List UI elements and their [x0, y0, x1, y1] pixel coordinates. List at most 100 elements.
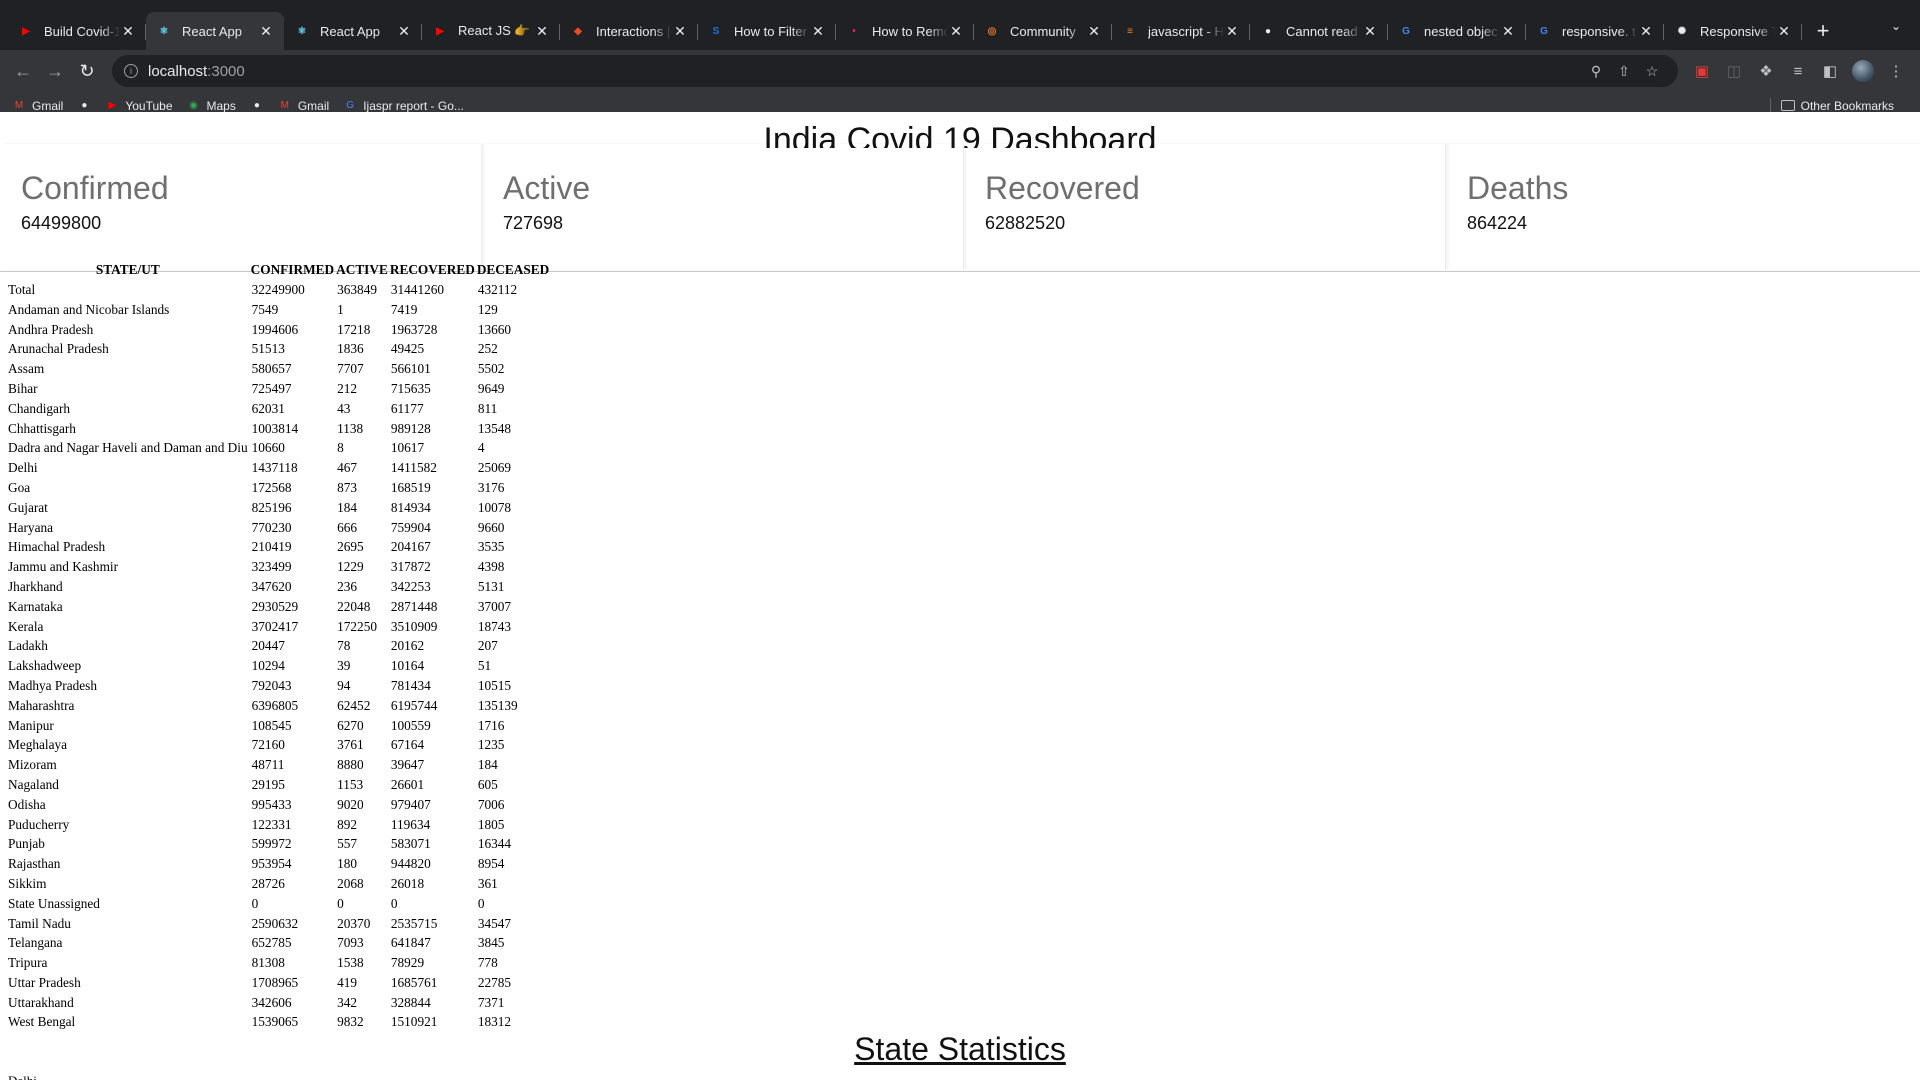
tab[interactable]: ≡ javascript - H ✕: [1112, 12, 1250, 50]
tab[interactable]: ✺ Responsive T ✕: [1664, 12, 1802, 50]
tab[interactable]: S How to Filter ✕: [698, 12, 836, 50]
bookmark-item[interactable]: ▶ YouTube: [105, 99, 172, 113]
table-cell: 16344: [477, 836, 512, 852]
extensions-puzzle-icon[interactable]: ❖: [1750, 56, 1782, 86]
table-cell: 781434: [390, 677, 431, 693]
side-panel-icon[interactable]: ◧: [1814, 56, 1846, 86]
table-cell: 10294: [251, 658, 285, 674]
profile-avatar[interactable]: [1852, 60, 1874, 82]
tab[interactable]: Gresponsive. t ✕: [1526, 12, 1664, 50]
tab[interactable]: ◎ Community ✕: [974, 12, 1112, 50]
close-tab-icon[interactable]: ✕: [1224, 23, 1240, 40]
table-cell: West Bengal: [8, 1014, 76, 1030]
bookmark-item[interactable]: ●: [250, 99, 264, 113]
table-cell: 13548: [477, 420, 512, 436]
state-statistics-peek: Delhi: [8, 1074, 37, 1080]
address-bar[interactable]: i localhost:3000 ⚲ ⇧ ☆: [112, 55, 1678, 87]
card-label: Deaths: [1467, 170, 1569, 206]
table-cell: 28726: [251, 875, 285, 891]
table-cell: 580657: [251, 361, 292, 377]
bookmark-star-icon[interactable]: ☆: [1638, 63, 1666, 80]
media-queue-icon[interactable]: ≡: [1782, 56, 1814, 86]
browser-toolbar: ← → ↻ i localhost:3000 ⚲ ⇧ ☆ ▣ ◫ ❖ ≡ ◧ ⋮: [0, 50, 1920, 92]
bookmark-item[interactable]: M Gmail: [278, 99, 330, 113]
table-cell: 184: [477, 757, 498, 773]
table-cell: Chandigarh: [8, 400, 71, 416]
table-cell: 778: [477, 955, 498, 971]
table-cell: 1: [337, 301, 344, 317]
tab[interactable]: • How to Remo ✕: [836, 12, 974, 50]
close-tab-icon[interactable]: ✕: [1638, 23, 1654, 40]
tab-search-icon[interactable]: ⌄: [1884, 14, 1908, 38]
close-tab-icon[interactable]: ✕: [258, 23, 274, 40]
tab-title: React App: [182, 23, 242, 39]
table-cell: 22785: [477, 974, 512, 990]
close-tab-icon[interactable]: ✕: [672, 23, 688, 40]
table-cell: 1539065: [251, 1014, 299, 1030]
table-cell: 825196: [251, 499, 292, 515]
table-row: Jammu and Kashmir 323499 1229 317872 4398: [6, 557, 550, 577]
tab[interactable]: ▶ Build Covid-19✕: [8, 12, 146, 50]
other-bookmarks[interactable]: Other Bookmarks: [1780, 99, 1894, 113]
close-tab-icon[interactable]: ✕: [1086, 23, 1102, 40]
bookmark-item[interactable]: ◉ Maps: [187, 99, 236, 113]
google-icon: G: [1540, 25, 1548, 37]
table-row: Chandigarh 62031 43 61177 811: [6, 399, 550, 419]
table-cell: 7006: [477, 796, 505, 812]
table-cell: Kerala: [8, 618, 44, 634]
table-cell: 81308: [251, 955, 285, 971]
extension-red-icon[interactable]: ▣: [1686, 56, 1718, 86]
table-row: Telangana 652785 7093 641847 3845: [6, 933, 550, 953]
extension-cc-icon[interactable]: ◫: [1718, 56, 1750, 86]
table-cell: 3702417: [251, 618, 299, 634]
table-cell: Bihar: [8, 380, 38, 396]
more-menu-icon[interactable]: ⋮: [1880, 56, 1912, 86]
share-icon[interactable]: ⇧: [1610, 63, 1638, 80]
tab[interactable]: ▶ React JS 👉 ✕: [422, 12, 560, 50]
tab-title: nested objec: [1424, 23, 1498, 39]
table-cell: 10078: [477, 499, 512, 515]
tab[interactable]: Gnested objec ✕: [1388, 12, 1526, 50]
forward-icon[interactable]: →: [40, 56, 70, 86]
table-cell: 51513: [251, 341, 285, 357]
close-tab-icon[interactable]: ✕: [1776, 23, 1792, 40]
table-row: Gujarat 825196 184 814934 10078: [6, 498, 550, 518]
close-tab-icon[interactable]: ✕: [948, 23, 964, 40]
table-cell: 1437118: [251, 460, 298, 476]
bookmark-item[interactable]: G Ijaspr report - Go...: [343, 99, 464, 113]
table-row: Assam 580657 7707 566101 5502: [6, 359, 550, 379]
tab[interactable]: ● Cannot read ✕: [1250, 12, 1388, 50]
table-cell: Sikkim: [8, 875, 47, 891]
tab-title: Responsive T: [1700, 23, 1776, 39]
site-info-icon[interactable]: i: [124, 64, 138, 78]
close-tab-icon[interactable]: ✕: [534, 23, 550, 40]
table-cell: 10660: [251, 440, 285, 456]
close-tab-icon[interactable]: ✕: [1362, 23, 1378, 40]
zoom-icon[interactable]: ⚲: [1582, 63, 1610, 80]
table-cell: Rajasthan: [8, 856, 61, 872]
tab[interactable]: ◆ Interactions | R✕: [560, 12, 698, 50]
table-cell: 323499: [251, 559, 292, 575]
close-tab-icon[interactable]: ✕: [810, 23, 826, 40]
table-cell: 0: [390, 895, 398, 911]
state-table: STATE/UT CONFIRMED ACTIVE RECOVERED DECE…: [6, 260, 550, 1032]
state-statistics-heading: State Statistics: [854, 1031, 1066, 1067]
bookmark-item[interactable]: M Gmail: [12, 99, 64, 113]
close-tab-icon[interactable]: ✕: [396, 23, 412, 40]
reload-icon[interactable]: ↻: [72, 56, 102, 86]
table-cell: Jammu and Kashmir: [8, 559, 119, 575]
gmail-icon: M: [280, 100, 290, 111]
tab[interactable]: ⚛ React App ✕: [146, 12, 284, 50]
bookmark-label: YouTube: [125, 98, 173, 113]
new-tab-button[interactable]: +: [1808, 16, 1838, 46]
table-cell: 184: [337, 499, 358, 515]
back-icon[interactable]: ←: [8, 56, 38, 86]
close-tab-icon[interactable]: ✕: [1500, 23, 1516, 40]
table-cell: 39647: [390, 757, 425, 773]
table-cell: Delhi: [8, 460, 38, 476]
bookmark-item[interactable]: ●: [77, 99, 91, 113]
close-tab-icon[interactable]: ✕: [120, 23, 136, 40]
tab[interactable]: ⚛ React App ✕: [284, 12, 422, 50]
card-value: 62882520: [985, 213, 1066, 233]
table-cell: 34547: [477, 915, 512, 931]
